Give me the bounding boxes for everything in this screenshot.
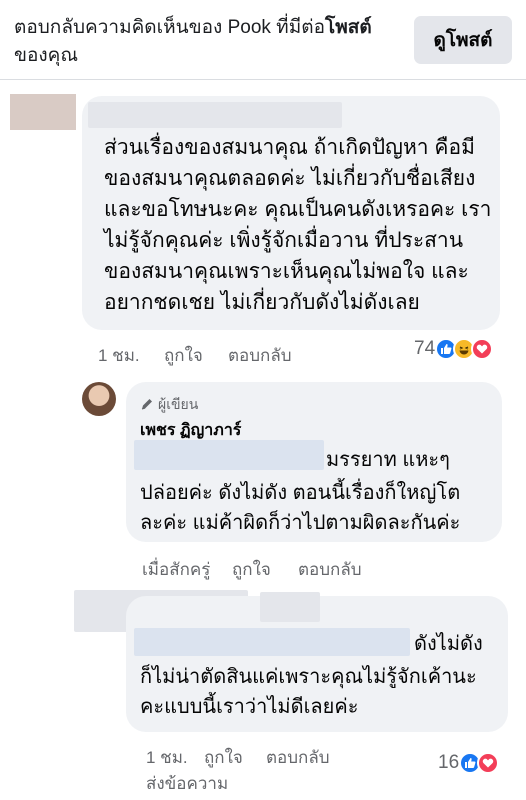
header-text-suffix: ของคุณ xyxy=(14,45,79,66)
reply-timestamp[interactable]: เมื่อสักครู่ xyxy=(142,556,210,583)
love-icon xyxy=(471,338,494,360)
blurred-mention[interactable] xyxy=(134,628,410,656)
author-badge-label: ผู้เขียน xyxy=(158,396,199,412)
reply-timestamp[interactable]: 1 ชม. xyxy=(146,744,188,771)
blurred-commenter-name[interactable] xyxy=(260,592,320,622)
comment-actions: 1 ชม. ถูกใจ ตอบกลับ xyxy=(98,342,318,365)
reply-link[interactable]: ตอบกลับ xyxy=(298,556,362,583)
header-text: ตอบกลับความคิดเห็นของ Pook ที่มีต่อโพสต์… xyxy=(14,14,394,70)
reply-line: ละค่ะ แม่ค้าผิดก็ว่าไปตามผิดละกันค่ะ xyxy=(140,512,461,534)
blurred-commenter-name[interactable] xyxy=(88,102,342,128)
blurred-avatar[interactable] xyxy=(10,94,76,130)
reaction-summary[interactable]: 16 xyxy=(438,750,500,776)
author-badge: ผู้เขียน xyxy=(140,394,198,416)
header-text-prefix: ตอบกลับความคิดเห็นของ Pook ที่มีต่อ xyxy=(14,17,325,38)
comment-line: อยากชดเชย ไม่เกี่ยวกับดังไม่ดังเลย xyxy=(104,291,420,314)
comment-line: ส่วนเรื่องของสมนาคุณ ถ้าเกิดปัญหา คือมี xyxy=(104,136,475,159)
love-icon xyxy=(477,752,500,774)
reply-line: ก็ไม่น่าตัดสินแค่เพราะคุณไม่รู้จักเค้านะ xyxy=(140,666,477,688)
like-link[interactable]: ถูกใจ xyxy=(204,744,243,771)
like-link[interactable]: ถูกใจ xyxy=(164,342,203,369)
reply-notification-header: ตอบกลับความคิดเห็นของ Pook ที่มีต่อโพสต์… xyxy=(0,0,526,80)
comment-line: และขอโทษนะคะ คุณเป็นคนดังเหรอคะ เรา xyxy=(104,198,492,221)
comment-bubble: ส่วนเรื่องของสมนาคุณ ถ้าเกิดปัญหา คือมี … xyxy=(82,96,500,330)
like-link[interactable]: ถูกใจ xyxy=(232,556,271,583)
reply-bubble: ดังไม่ดัง ก็ไม่น่าตัดสินแค่เพราะคุณไม่รู… xyxy=(126,592,508,732)
comment-line: ของสมนาคุณตลอดค่ะ ไม่เกี่ยวกับชื่อเสียง xyxy=(104,167,476,190)
comment-timestamp[interactable]: 1 ชม. xyxy=(98,342,140,369)
reply-link[interactable]: ตอบกลับ xyxy=(228,342,292,369)
send-message-link[interactable]: ส่งข้อความ xyxy=(146,770,266,793)
reply-actions: 1 ชม. ถูกใจ ตอบกลับ xyxy=(146,744,386,767)
blurred-mention[interactable] xyxy=(134,440,324,470)
reply-line: ดังไม่ดัง xyxy=(414,633,483,655)
reaction-count: 16 xyxy=(438,752,460,773)
reaction-summary[interactable]: 74 xyxy=(414,336,494,362)
reply-link[interactable]: ตอบกลับ xyxy=(266,744,330,771)
reply-actions: เมื่อสักครู่ ถูกใจ ตอบกลับ xyxy=(142,556,382,579)
comment-line: ของสมนาคุณเพราะเห็นคุณไม่พอใจ และ xyxy=(104,260,469,283)
reply-line: คะแบบนี้เราว่าไม่ดีเลยค่ะ xyxy=(140,696,359,718)
send-message-label: ส่งข้อความ xyxy=(146,774,229,793)
pen-icon xyxy=(140,397,154,414)
view-post-button[interactable]: ดูโพสต์ xyxy=(414,16,512,64)
author-avatar[interactable] xyxy=(82,382,116,416)
header-post-link[interactable]: โพสต์ xyxy=(325,17,372,38)
reaction-count: 74 xyxy=(414,338,436,359)
reply-line: มรรยาท แหะๆ xyxy=(326,449,450,471)
reply-line: ปล่อยค่ะ ดังไม่ดัง ตอนนี้เรื่องก็ใหญ่โต xyxy=(140,482,461,504)
comment-line: ไม่รู้จักคุณค่ะ เพิ่งรู้จักเมื่อวาน ที่ป… xyxy=(104,229,464,252)
author-name[interactable]: เพชร ฏิญาภาร์ xyxy=(140,418,241,443)
